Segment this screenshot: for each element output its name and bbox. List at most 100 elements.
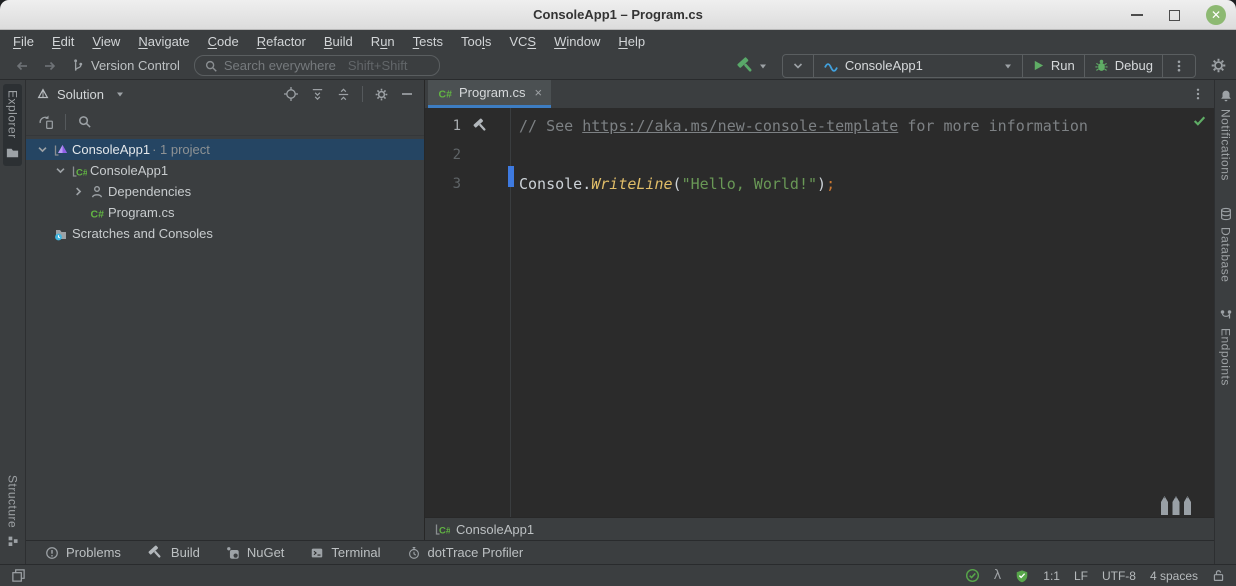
minimize-icon[interactable] [1131, 14, 1143, 16]
hammer-icon[interactable] [472, 117, 489, 134]
sync-file-icon[interactable] [38, 114, 54, 130]
expand-all-icon[interactable] [310, 87, 325, 102]
code-editor[interactable]: 1// See https://aka.ms/new-console-templ… [425, 108, 1214, 517]
chevron-right-icon[interactable] [72, 185, 85, 198]
tree-item-scratches-and-consoles[interactable]: Scratches and Consoles [26, 223, 424, 244]
forward-arrow-icon[interactable] [42, 58, 58, 74]
tree-item-consoleapp1[interactable]: ConsoleApp1 · 1 project [26, 139, 424, 160]
dotnet-icon [823, 58, 839, 74]
code-line-3: 3Console.WriteLine("Hello, World!"); [425, 169, 1214, 198]
menu-tools[interactable]: Tools [452, 33, 500, 50]
breadcrumb-item[interactable]: ConsoleApp1 [456, 522, 534, 537]
stripe-label: Structure [6, 475, 20, 528]
search-placeholder: Search everywhere [224, 58, 336, 73]
run-widget-expand-button[interactable] [783, 55, 813, 77]
toolwindow-build[interactable]: Build [136, 542, 211, 563]
indent-setting[interactable]: 4 spaces [1150, 569, 1198, 583]
version-control-widget[interactable]: Version Control [70, 58, 180, 73]
stripe-item-explorer[interactable]: Explorer [3, 84, 22, 166]
line-ending[interactable]: LF [1074, 569, 1088, 583]
stripe-item-notifications[interactable]: Notifications [1218, 86, 1234, 184]
tree-item-dependencies[interactable]: Dependencies [26, 181, 424, 202]
menu-navigate[interactable]: Navigate [129, 33, 198, 50]
menu-refactor[interactable]: Refactor [248, 33, 315, 50]
chevron-down-icon[interactable] [36, 143, 49, 156]
stripe-item-structure[interactable]: Structure [4, 469, 22, 554]
play-icon [1032, 59, 1045, 72]
close-icon[interactable]: ✕ [1206, 5, 1226, 25]
tree-item-consoleapp1[interactable]: C#ConsoleApp1 [26, 160, 424, 181]
toolwindow-dottrace-profiler[interactable]: dotTrace Profiler [396, 543, 535, 562]
search-icon [204, 59, 218, 73]
stripe-item-endpoints[interactable]: Endpoints [1218, 305, 1234, 389]
menu-view[interactable]: View [83, 33, 129, 50]
toolwindow-label: Build [171, 545, 200, 560]
locate-icon[interactable] [283, 86, 299, 102]
inspections-ok-check-icon[interactable] [1192, 113, 1207, 128]
branch-icon [70, 58, 85, 73]
tab-program-cs[interactable]: C# Program.cs × [428, 80, 551, 108]
gear-icon[interactable] [374, 87, 389, 102]
inspections-shield-icon[interactable] [1015, 569, 1029, 583]
problems-icon [45, 546, 59, 560]
solution-panel-title[interactable]: Solution [57, 87, 104, 102]
dependencies-icon [89, 184, 105, 200]
menu-run[interactable]: Run [362, 33, 404, 50]
hide-icon[interactable] [400, 87, 414, 101]
breadcrumb: C# ConsoleApp1 [425, 517, 1214, 540]
menu-edit[interactable]: Edit [43, 33, 83, 50]
maximize-icon[interactable] [1169, 10, 1180, 21]
menu-file[interactable]: File [4, 33, 43, 50]
chevron-down-icon[interactable] [54, 164, 67, 177]
toolwindow-label: dotTrace Profiler [428, 545, 524, 560]
line-number: 1 [425, 118, 461, 134]
svg-text:C#: C# [439, 88, 453, 100]
tool-windows-icon[interactable] [11, 568, 26, 583]
menu-window[interactable]: Window [545, 33, 609, 50]
left-tool-window-stripe: Explorer Structure [0, 80, 26, 564]
stripe-label: Endpoints [1219, 328, 1233, 386]
settings-gear-icon[interactable] [1210, 57, 1227, 74]
collapse-all-icon[interactable] [336, 87, 351, 102]
solution-panel-header: Solution [26, 80, 424, 108]
editor-options-kebab-icon[interactable] [1182, 87, 1214, 101]
tree-item-label: Scratches and Consoles [72, 226, 213, 241]
toolwindow-problems[interactable]: Problems [34, 543, 132, 562]
menu-help[interactable]: Help [609, 33, 654, 50]
run-button[interactable]: Run [1022, 55, 1084, 77]
bottom-tool-window-bar: Problems Build NuGetTerminal dotTrace Profi… [26, 540, 1214, 564]
tab-close-icon[interactable]: × [534, 85, 542, 100]
menu-build[interactable]: Build [315, 33, 362, 50]
lock-icon[interactable] [1212, 569, 1225, 582]
build-solution-button[interactable] [736, 56, 768, 75]
bell-icon [1219, 89, 1233, 103]
back-arrow-icon[interactable] [14, 58, 30, 74]
toolwindow-terminal[interactable]: Terminal [299, 543, 391, 562]
svg-text:C#: C# [90, 208, 104, 220]
debug-button[interactable]: Debug [1084, 55, 1162, 77]
code-line-2: 2 [425, 140, 1214, 169]
hammer-green-icon [736, 56, 755, 75]
tree-item-program-cs[interactable]: C#Program.cs [26, 202, 424, 223]
divider [65, 114, 66, 130]
csharp-file-icon: C# [89, 205, 105, 221]
run-configuration-select[interactable]: ConsoleApp1 [813, 55, 1022, 77]
stripe-item-database[interactable]: Database [1218, 204, 1234, 285]
menu-vcs[interactable]: VCS [500, 33, 545, 50]
search-everywhere-input[interactable]: Search everywhere Shift+Shift [194, 55, 440, 76]
more-run-options-button[interactable] [1162, 55, 1195, 77]
menu-code[interactable]: Code [199, 33, 248, 50]
chevron-down-icon [1003, 61, 1013, 71]
ok-circle-icon[interactable] [965, 568, 980, 583]
toolwindow-nuget[interactable]: NuGet [215, 543, 296, 562]
caret-position[interactable]: 1:1 [1043, 569, 1060, 583]
lambda-icon[interactable]: λ [994, 568, 1002, 583]
chevron-down-icon[interactable] [115, 89, 125, 99]
line-number: 3 [425, 176, 461, 192]
find-icon[interactable] [77, 114, 92, 129]
file-encoding[interactable]: UTF-8 [1102, 569, 1136, 583]
kebab-menu-icon [1172, 59, 1186, 73]
stripe-label: Database [1219, 227, 1233, 282]
menu-tests[interactable]: Tests [404, 33, 452, 50]
svg-text:C#: C# [76, 167, 87, 178]
